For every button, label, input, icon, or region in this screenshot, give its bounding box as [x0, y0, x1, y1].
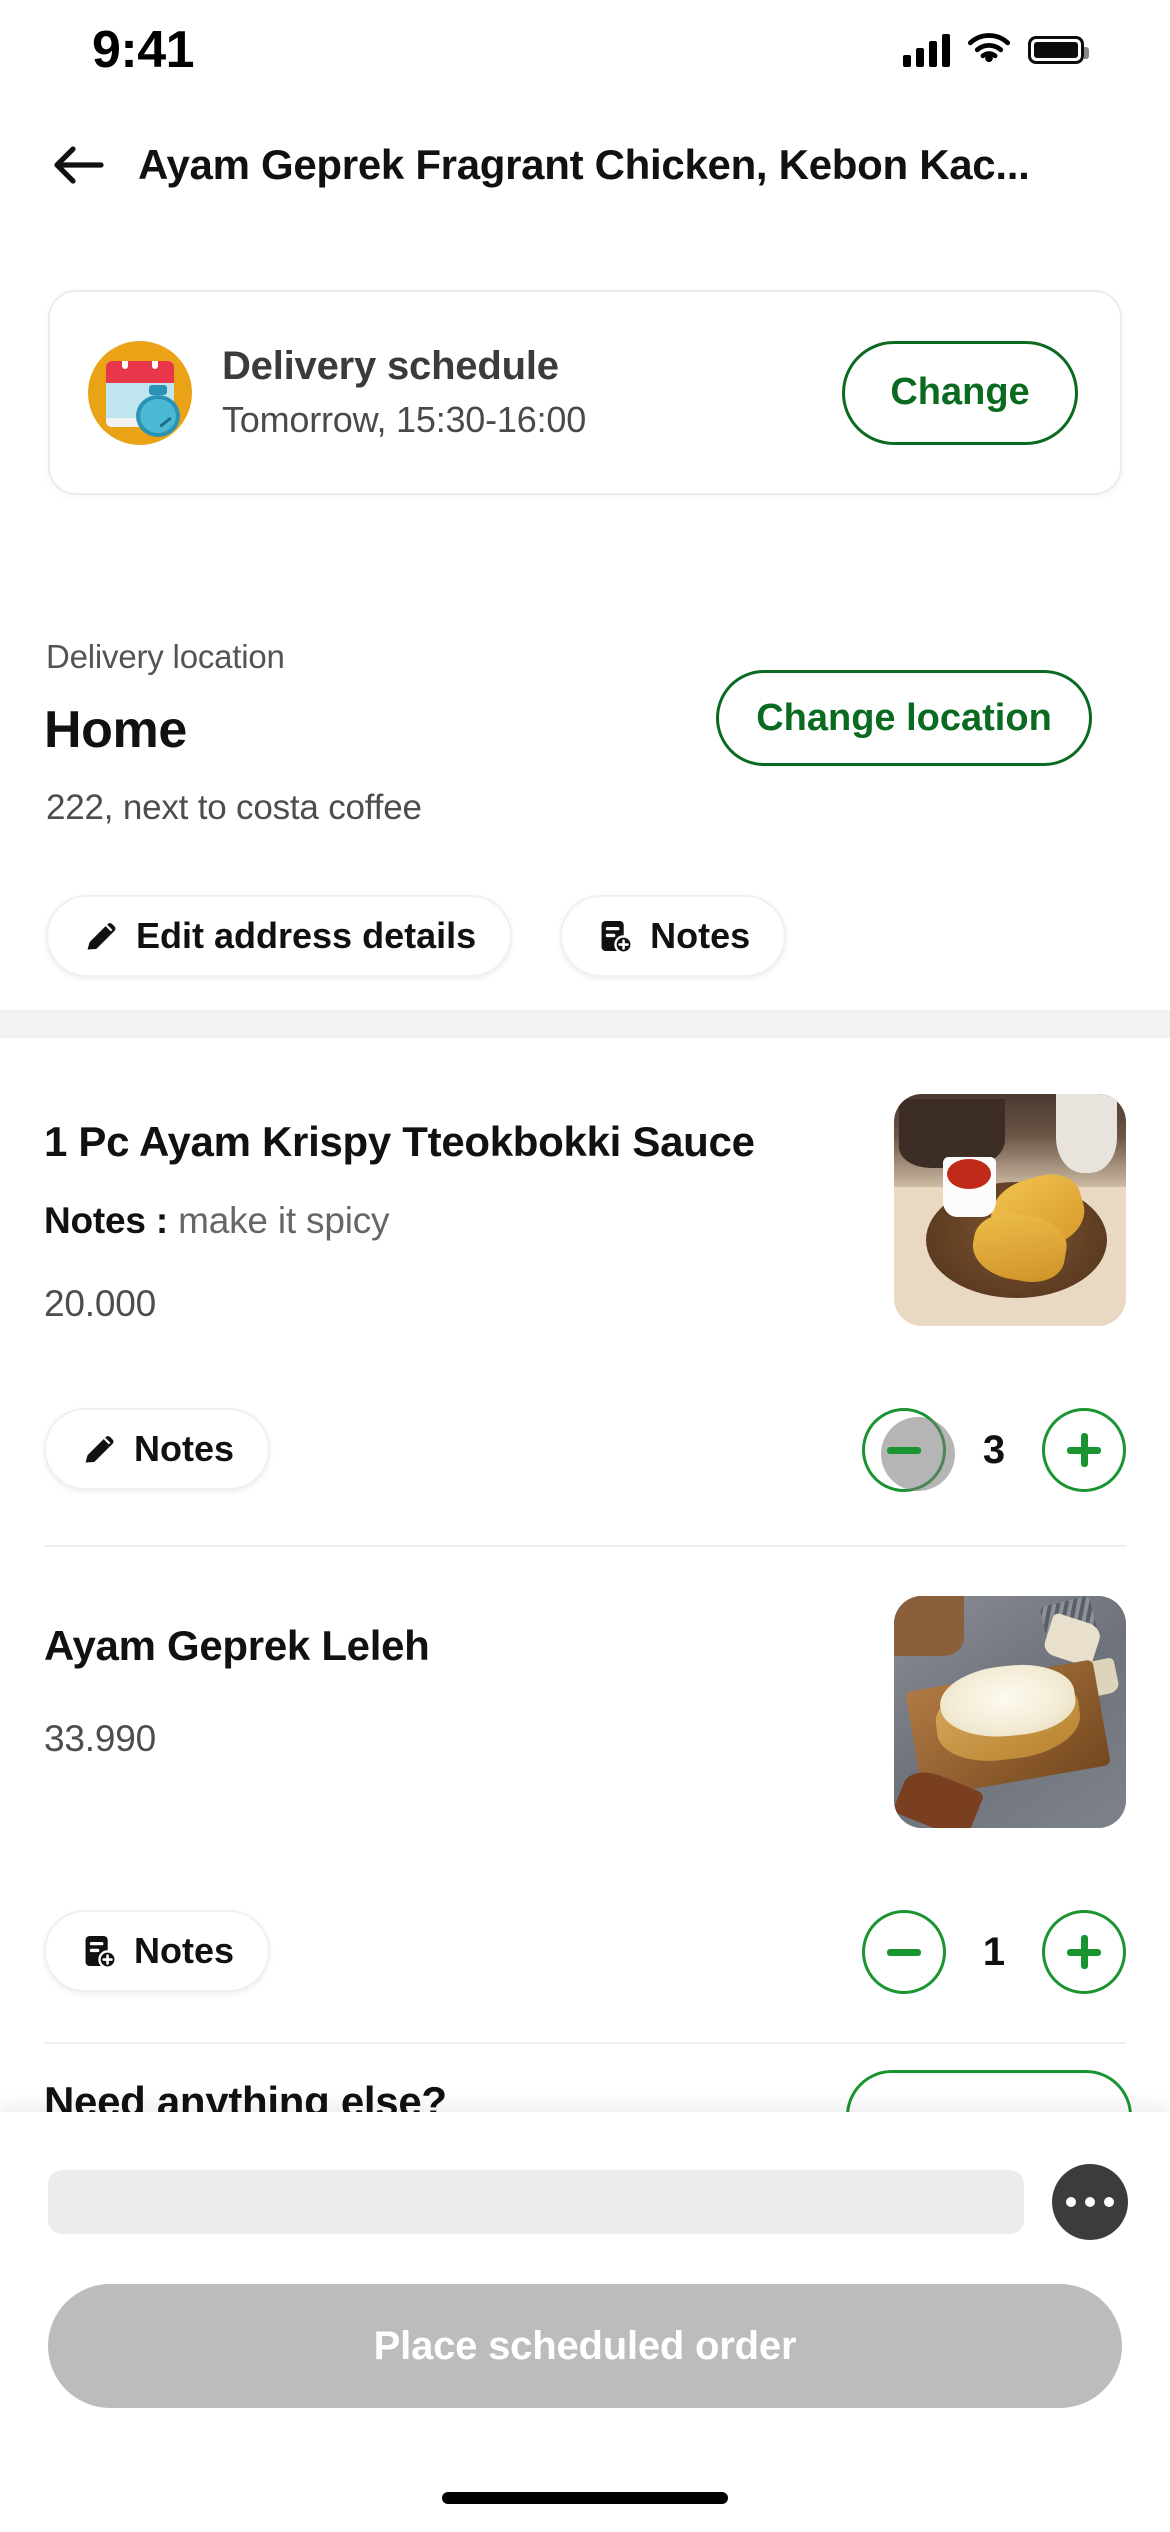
- back-button[interactable]: [44, 130, 114, 200]
- edit-address-label: Edit address details: [136, 915, 477, 956]
- cart-item-notes-button[interactable]: Notes: [44, 1408, 271, 1490]
- pencil-icon: [85, 1436, 114, 1463]
- minus-icon: [887, 1446, 921, 1454]
- increment-quantity-button[interactable]: [1042, 1910, 1126, 1994]
- app-screen: 9:41 Ayam Geprek Fragrant Chicken, Kebon…: [0, 0, 1170, 2532]
- cart-item-notes-label: Notes: [134, 1930, 235, 1971]
- battery-full-icon: [1028, 36, 1089, 64]
- cart-item-title: Ayam Geprek Leleh: [44, 1622, 430, 1669]
- schedule-title: Delivery schedule: [222, 344, 559, 388]
- quantity-stepper: 3: [862, 1408, 1126, 1492]
- cellular-bars-icon: [903, 33, 950, 67]
- delivery-location-name: Home: [44, 701, 187, 759]
- cart-item-price: 20.000: [44, 1283, 156, 1324]
- cart-item-note-value: make it spicy: [178, 1200, 390, 1241]
- item-divider: [44, 1545, 1126, 1547]
- cart-item-notes-label: Notes: [134, 1428, 235, 1469]
- pencil-icon: [87, 923, 116, 950]
- delivery-location-label: Delivery location: [46, 638, 285, 675]
- schedule-time: Tomorrow, 15:30-16:00: [222, 399, 587, 440]
- minus-icon: [887, 1948, 921, 1956]
- page-header: Ayam Geprek Fragrant Chicken, Kebon Kac.…: [0, 100, 1170, 230]
- delivery-location-detail: 222, next to costa coffee: [46, 788, 422, 827]
- decrement-quantity-button[interactable]: [862, 1910, 946, 1994]
- edit-address-details-button[interactable]: Edit address details: [46, 895, 513, 977]
- wifi-icon: [967, 33, 1011, 63]
- more-horizontal-icon: [1066, 2197, 1076, 2207]
- change-schedule-button[interactable]: Change: [842, 340, 1078, 445]
- note-add-icon: [601, 920, 633, 954]
- schedule-text: Delivery schedule Tomorrow, 15:30-16:00: [222, 344, 842, 441]
- status-bar: 9:41: [0, 0, 1170, 100]
- note-add-icon: [85, 1935, 117, 1969]
- home-indicator: [442, 2492, 728, 2504]
- cart-item-note: Notes : make it spicy: [44, 1200, 390, 1242]
- change-location-button[interactable]: Change location: [716, 670, 1092, 766]
- bottom-action-bar: Place scheduled order: [0, 2112, 1170, 2532]
- place-scheduled-order-button[interactable]: Place scheduled order: [48, 2284, 1122, 2408]
- status-bar-time: 9:41: [92, 21, 195, 79]
- cart-item-note-label: Notes :: [44, 1200, 168, 1241]
- item-divider: [44, 2042, 1126, 2044]
- address-notes-button[interactable]: Notes: [560, 895, 787, 977]
- cart-item-photo: [894, 1094, 1126, 1326]
- status-bar-indicators: [903, 33, 1089, 67]
- decrement-quantity-button[interactable]: [862, 1408, 955, 1492]
- increment-quantity-button[interactable]: [1042, 1408, 1126, 1492]
- back-arrow-icon: [54, 146, 104, 184]
- press-ripple: [881, 1417, 955, 1491]
- quantity-stepper: 1: [862, 1910, 1126, 1994]
- calendar-clock-icon: [88, 340, 192, 445]
- cart-item-notes-button[interactable]: Notes: [44, 1910, 271, 1992]
- more-options-button[interactable]: [1052, 2164, 1128, 2240]
- address-notes-label: Notes: [650, 915, 751, 956]
- quantity-value: 1: [982, 1929, 1006, 1974]
- quantity-value: 3: [982, 1427, 1006, 1472]
- section-divider: [0, 1010, 1170, 1038]
- loading-placeholder: [48, 2170, 1024, 2234]
- cart-item-title: 1 Pc Ayam Krispy Tteokbokki Sauce: [44, 1118, 755, 1165]
- page-title: Ayam Geprek Fragrant Chicken, Kebon Kac.…: [138, 141, 1030, 188]
- address-action-chips: Edit address details Notes: [46, 895, 787, 977]
- delivery-schedule-card: Delivery schedule Tomorrow, 15:30-16:00 …: [48, 290, 1122, 495]
